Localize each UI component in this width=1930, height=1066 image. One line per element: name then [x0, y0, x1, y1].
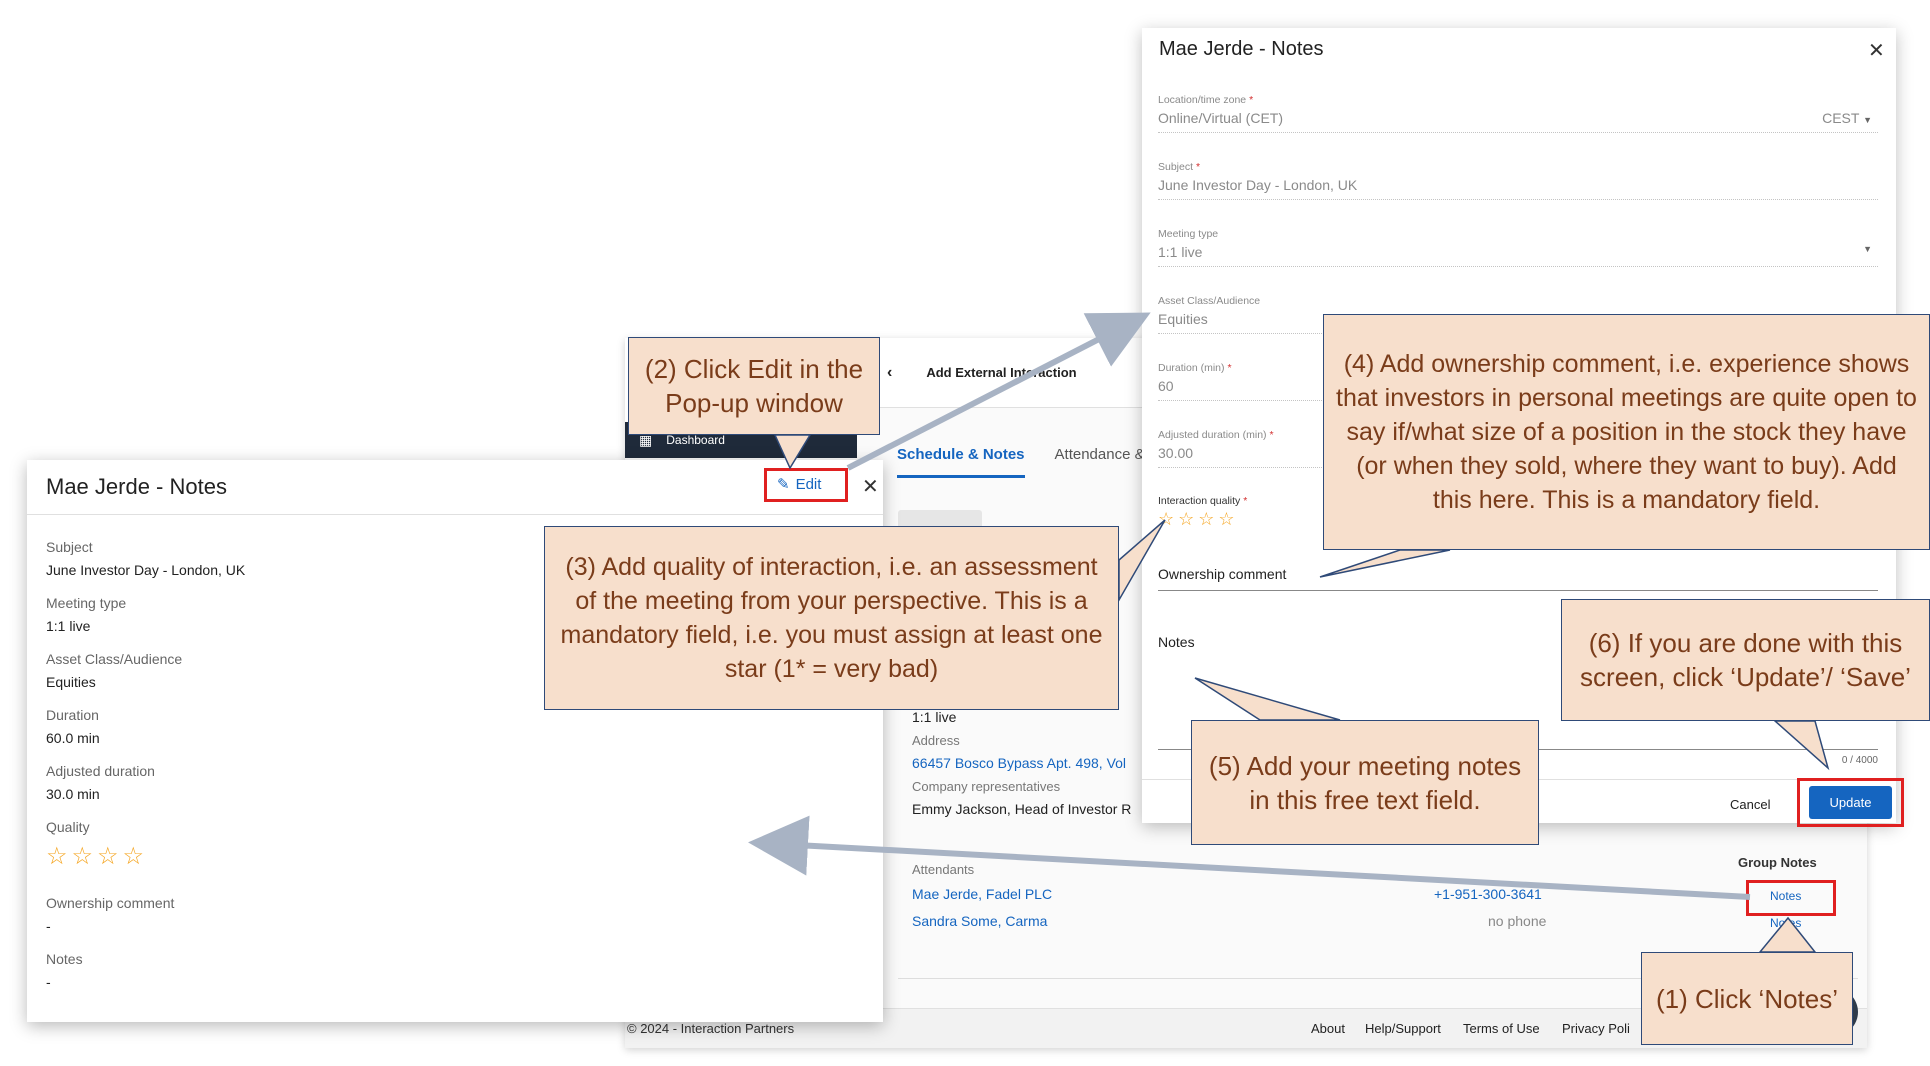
ownership-value: - [46, 918, 51, 934]
subject-label: Subject [46, 539, 93, 555]
subject-value: June Investor Day - London, UK [1158, 177, 1358, 193]
callout-step-6: (6) If you are done with this screen, cl… [1561, 599, 1930, 721]
highlight-update [1797, 778, 1904, 827]
sidebar-item-label: Dashboard [666, 433, 725, 447]
adjusted-duration-field[interactable]: Adjusted duration (min) * 30.00 [1158, 429, 1328, 468]
attendant-name[interactable]: Mae Jerde, Fadel PLC [912, 886, 1052, 902]
quality-label: Quality [46, 819, 90, 835]
back-chevron-icon[interactable]: ‹ [887, 364, 892, 382]
cancel-button[interactable]: Cancel [1730, 797, 1770, 812]
duration-field[interactable]: Duration (min) * 60 [1158, 362, 1328, 401]
asset-class-field[interactable]: Asset Class/Audience Equities [1158, 295, 1328, 334]
copyright-text: © 2024 - Interaction Partners [627, 1021, 795, 1036]
meeting-type-label: Meeting type [46, 595, 127, 611]
chevron-down-icon: ▼ [1863, 115, 1872, 125]
group-notes-label: Group Notes [1738, 855, 1817, 870]
duration-value: 60 [1158, 378, 1174, 394]
adjusted-duration-value: 30.0 min [46, 786, 100, 802]
star-rating[interactable]: ☆☆☆☆ [1158, 509, 1328, 530]
divider [27, 514, 883, 515]
chevron-down-icon: ▼ [1863, 244, 1872, 254]
ownership-label: Ownership comment [46, 895, 175, 911]
callout-step-5: (5) Add your meeting notes in this free … [1191, 720, 1539, 845]
asset-class-value: Equities [46, 674, 96, 690]
notes-label: Notes [46, 951, 83, 967]
duration-value: 60.0 min [46, 730, 100, 746]
footer-link-privacy[interactable]: Privacy Poli [1562, 1021, 1630, 1036]
page-title: Add External Interaction [926, 365, 1077, 380]
callout-step-4: (4) Add ownership comment, i.e. experien… [1323, 314, 1930, 550]
dialog-title: Mae Jerde - Notes [1159, 38, 1324, 60]
attendant-phone: no phone [1488, 913, 1547, 929]
tab-schedule-notes[interactable]: Schedule & Notes [897, 432, 1025, 478]
footer-link-about[interactable]: About [1311, 1021, 1345, 1036]
subject-field[interactable]: Subject * June Investor Day - London, UK [1158, 161, 1878, 200]
address-label: Address [912, 733, 960, 748]
location-field[interactable]: Location/time zone * Online/Virtual (CET… [1158, 94, 1878, 133]
attendant-name[interactable]: Sandra Some, Carma [912, 913, 1047, 929]
callout-step-1: (1) Click ‘Notes’ [1641, 952, 1853, 1045]
ownership-comment-field[interactable]: Ownership comment [1158, 566, 1878, 591]
attendants-label: Attendants [912, 862, 975, 877]
interaction-quality-field: Interaction quality * ☆☆☆☆ [1158, 495, 1328, 530]
attendant-phone[interactable]: +1-951-300-3641 [1434, 886, 1542, 902]
address-link[interactable]: 66457 Bosco Bypass Apt. 498, Vol [912, 752, 1131, 775]
meeting-type-select[interactable]: Meeting type 1:1 live ▼ [1158, 228, 1878, 267]
quality-stars: ☆☆☆☆ [46, 843, 149, 870]
ownership-comment-label: Ownership comment [1158, 566, 1878, 591]
subject-value: June Investor Day - London, UK [46, 562, 246, 578]
meeting-type-value: 1:1 live [1158, 244, 1203, 260]
notes-link[interactable]: Notes [1770, 916, 1801, 930]
company-reps-label: Company representatives [912, 779, 1061, 794]
timezone-value: CEST [1822, 110, 1860, 126]
highlight-edit [764, 468, 848, 502]
callout-step-2: (2) Click Edit in the Pop-up window [628, 337, 880, 435]
footer-link-terms[interactable]: Terms of Use [1463, 1021, 1540, 1036]
dialog-title: Mae Jerde - Notes [46, 474, 227, 499]
asset-class-label: Asset Class/Audience [46, 651, 183, 667]
asset-class-value: Equities [1158, 311, 1208, 327]
company-reps-value: Emmy Jackson, Head of Investor R [912, 801, 1132, 817]
tab-attendance[interactable]: Attendance & [1055, 432, 1145, 478]
adjusted-duration-label: Adjusted duration [46, 763, 155, 779]
duration-label: Duration [46, 707, 99, 723]
meeting-type-value: 1:1 live [46, 618, 91, 634]
notes-value: - [46, 974, 51, 990]
close-icon[interactable]: ✕ [1868, 38, 1885, 63]
meeting-details: 1:1 live Address 66457 Bosco Bypass Apt.… [912, 706, 1131, 821]
adjusted-duration-value: 30.00 [1158, 445, 1194, 461]
close-icon[interactable]: ✕ [862, 474, 879, 499]
highlight-notes [1746, 880, 1836, 916]
callout-step-3: (3) Add quality of interaction, i.e. an … [544, 526, 1119, 710]
footer-link-help[interactable]: Help/Support [1365, 1021, 1441, 1036]
location-value: Online/Virtual (CET) [1158, 110, 1284, 126]
